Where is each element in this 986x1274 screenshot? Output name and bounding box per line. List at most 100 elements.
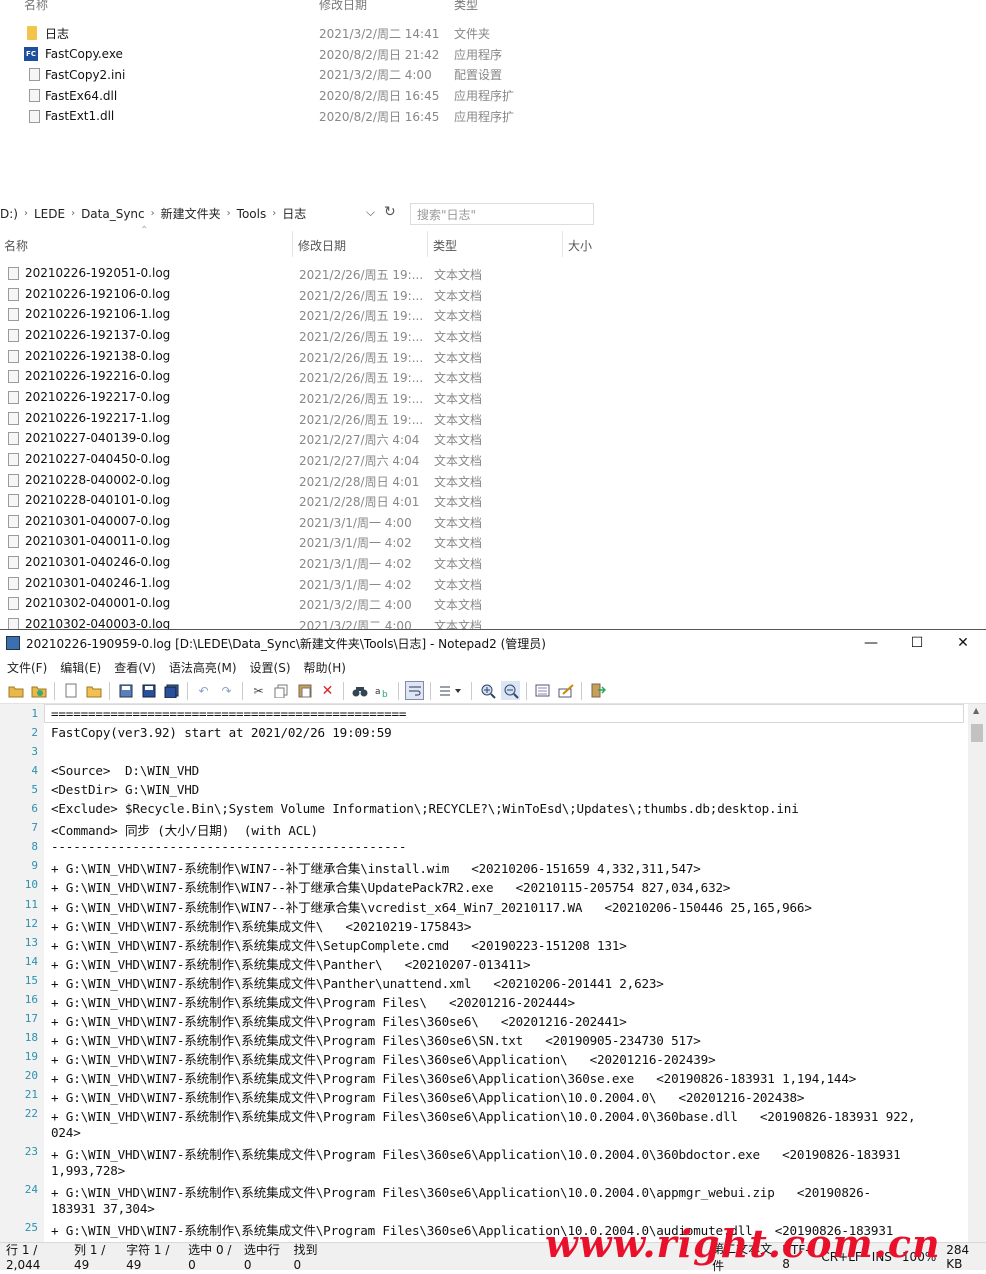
replace-icon[interactable]: ab: [373, 681, 392, 700]
log-file-row[interactable]: 20210226-192106-0.log 2021/2/26/周五 19:...…: [0, 285, 600, 306]
log-file-row[interactable]: 20210228-040101-0.log 2021/2/28/周日 4:01 文本…: [0, 491, 600, 512]
text-file-icon: [8, 432, 19, 446]
log-file-row[interactable]: 20210226-192106-1.log 2021/2/26/周五 19:...…: [0, 305, 600, 326]
file-row[interactable]: FastExt1.dll 2020/8/2/周日 16:45 应用程序扩: [0, 106, 600, 127]
column-header-date[interactable]: 修改日期: [298, 237, 346, 254]
chevron-down-icon[interactable]: ⌵: [366, 205, 375, 220]
log-file-row[interactable]: 20210227-040450-0.log 2021/2/27/周六 4:04 文本…: [0, 450, 600, 471]
log-file-row[interactable]: 20210301-040246-1.log 2021/3/1/周一 4:02 文本文…: [0, 574, 600, 595]
log-file-row[interactable]: 20210227-040139-0.log 2021/2/27/周六 4:04 文本…: [0, 429, 600, 450]
minimize-button[interactable]: —: [848, 630, 894, 656]
log-file-row[interactable]: 20210226-192051-0.log 2021/2/26/周五 19:...…: [0, 264, 600, 285]
file-date: 2021/2/26/周五 19:...: [299, 391, 424, 406]
log-file-row[interactable]: 20210301-040246-0.log 2021/3/1/周一 4:02 文本文…: [0, 553, 600, 574]
toolbar-separator: [430, 681, 431, 700]
log-file-row[interactable]: 20210226-192137-0.log 2021/2/26/周五 19:...…: [0, 326, 600, 347]
paste-icon[interactable]: [295, 681, 314, 700]
text-editor[interactable]: 1 2 3 4 5 6 7 8 9 10 11 12 13 14 15 16 17 18 19 20 21 22 23 24 2…: [0, 704, 970, 1242]
line-number: 6: [31, 802, 38, 816]
line-number: 15: [24, 973, 38, 987]
favorites-icon[interactable]: [29, 681, 48, 700]
file-name: FastCopy2.ini: [45, 67, 126, 82]
open-file-icon[interactable]: [84, 681, 103, 700]
exit-icon[interactable]: [588, 681, 607, 700]
breadcrumb-data-sync[interactable]: Data_Sync: [81, 207, 145, 221]
column-header-size[interactable]: 大小: [568, 237, 592, 254]
log-file-row[interactable]: 20210226-192217-1.log 2021/2/26/周五 19:...…: [0, 409, 600, 430]
code-line: <Exclude> $Recycle.Bin\;System Volume In…: [51, 801, 799, 817]
breadcrumb-tools[interactable]: Tools: [237, 207, 267, 221]
file-row[interactable]: 日志 2021/3/2/周二 14:41 文件夹: [0, 23, 600, 44]
menu-settings[interactable]: 设置(S): [250, 659, 291, 676]
address-bar[interactable]: D:) › LEDE › Data_Sync › 新建文件夹 › Tools › 日志 ⌵…: [0, 203, 405, 225]
file-type: 文本文档: [434, 391, 483, 406]
column-header-name[interactable]: 名称: [4, 237, 28, 254]
new-file-icon[interactable]: [61, 681, 80, 700]
log-file-row[interactable]: 20210302-040001-0.log 2021/3/2/周二 4:00 文本文…: [0, 594, 600, 615]
breadcrumb-lede[interactable]: LEDE: [34, 207, 65, 221]
log-file-row[interactable]: 20210302-040003-0.log 2021/3/2/周二 4:00 文本文…: [0, 615, 600, 629]
text-file-icon: [8, 473, 19, 487]
menu-syntax[interactable]: 语法高亮(M): [169, 659, 237, 676]
menu-help[interactable]: 帮助(H): [304, 659, 346, 676]
undo-icon[interactable]: ↶: [194, 681, 213, 700]
code-line: FastCopy(ver3.92) start at 2021/02/26 19…: [51, 725, 392, 741]
column-header-type[interactable]: 类型: [433, 237, 457, 254]
log-file-row[interactable]: 20210228-040002-0.log 2021/2/28/周日 4:01 文本…: [0, 471, 600, 492]
text-file-icon: [8, 390, 19, 404]
chevron-right-icon: ›: [150, 208, 155, 219]
menu-view[interactable]: 查看(V): [114, 659, 156, 676]
zoom-out-icon[interactable]: [501, 681, 520, 700]
view-options-icon[interactable]: [437, 681, 465, 700]
vertical-scrollbar[interactable]: ▲: [968, 704, 986, 1242]
save-as-icon[interactable]: [139, 681, 158, 700]
copy-icon[interactable]: [272, 681, 291, 700]
column-header-name[interactable]: 名称: [24, 0, 48, 13]
maximize-button[interactable]: ☐: [894, 630, 940, 656]
zoom-in-icon[interactable]: [478, 681, 497, 700]
file-name: 20210301-040007-0.log: [25, 513, 171, 528]
breadcrumb-drive[interactable]: D:): [0, 207, 18, 221]
file-row[interactable]: FastCopy2.ini 2021/3/2/周二 4:00 配置设置: [0, 64, 600, 85]
log-file-row[interactable]: 20210301-040011-0.log 2021/3/1/周一 4:02 文本文…: [0, 532, 600, 553]
log-file-row[interactable]: 20210226-192216-0.log 2021/2/26/周五 19:...…: [0, 367, 600, 388]
scroll-up-arrow-icon[interactable]: ▲: [973, 706, 979, 715]
file-date: 2021/3/2/周二 4:00: [299, 598, 412, 613]
log-file-row[interactable]: 20210226-192138-0.log 2021/2/26/周五 19:...…: [0, 347, 600, 368]
delete-icon[interactable]: ✕: [318, 681, 337, 700]
save-copy-icon[interactable]: [162, 681, 181, 700]
column-header-type[interactable]: 类型: [454, 0, 478, 13]
breadcrumb-new-folder[interactable]: 新建文件夹: [161, 205, 221, 222]
code-line: + G:\WIN_VHD\WIN7-系统制作\系统集成文件\Program Fi…: [51, 1051, 716, 1067]
breadcrumb-log[interactable]: 日志: [282, 205, 306, 222]
file-type: 文本文档: [434, 557, 483, 572]
customize-scheme-icon[interactable]: [556, 681, 575, 700]
file-row[interactable]: FastEx64.dll 2020/8/2/周日 16:45 应用程序扩: [0, 85, 600, 106]
cut-icon[interactable]: ✂: [249, 681, 268, 700]
explorer-tools-folder: 名称 修改日期 类型 日志 2021/3/2/周二 14:41 文件夹 FC FastC…: [0, 0, 600, 180]
column-divider[interactable]: [562, 231, 563, 257]
log-file-row[interactable]: 20210226-192217-0.log 2021/2/26/周五 19:...…: [0, 388, 600, 409]
file-row[interactable]: FC FastCopy.exe 2020/8/2/周日 21:42 应用程序: [0, 44, 600, 65]
chevron-right-icon: ›: [71, 208, 76, 219]
menu-edit[interactable]: 编辑(E): [60, 659, 101, 676]
log-file-row[interactable]: 20210301-040007-0.log 2021/3/1/周一 4:00 文本文…: [0, 512, 600, 533]
toolbar-separator: [343, 681, 344, 700]
menu-file[interactable]: 文件(F): [7, 659, 47, 676]
code-line: + G:\WIN_VHD\WIN7-系统制作\系统集成文件\SetupCompl…: [51, 937, 627, 953]
search-input[interactable]: 搜索"日志": [410, 203, 594, 225]
close-button[interactable]: ✕: [940, 630, 986, 656]
column-divider[interactable]: [427, 231, 428, 257]
find-icon[interactable]: [350, 681, 369, 700]
scheme-icon[interactable]: [533, 681, 552, 700]
column-header-date[interactable]: 修改日期: [319, 0, 367, 13]
open-folder-icon[interactable]: [6, 681, 25, 700]
column-divider[interactable]: [292, 231, 293, 257]
save-icon[interactable]: [116, 681, 135, 700]
scrollbar-thumb[interactable]: [971, 724, 983, 742]
word-wrap-icon[interactable]: [405, 681, 424, 700]
refresh-icon[interactable]: ↻: [384, 204, 396, 220]
title-bar[interactable]: 20210226-190959-0.log [D:\LEDE\Data_Sync…: [0, 630, 986, 656]
redo-icon[interactable]: ↷: [217, 681, 236, 700]
file-type: 文本文档: [434, 329, 483, 344]
